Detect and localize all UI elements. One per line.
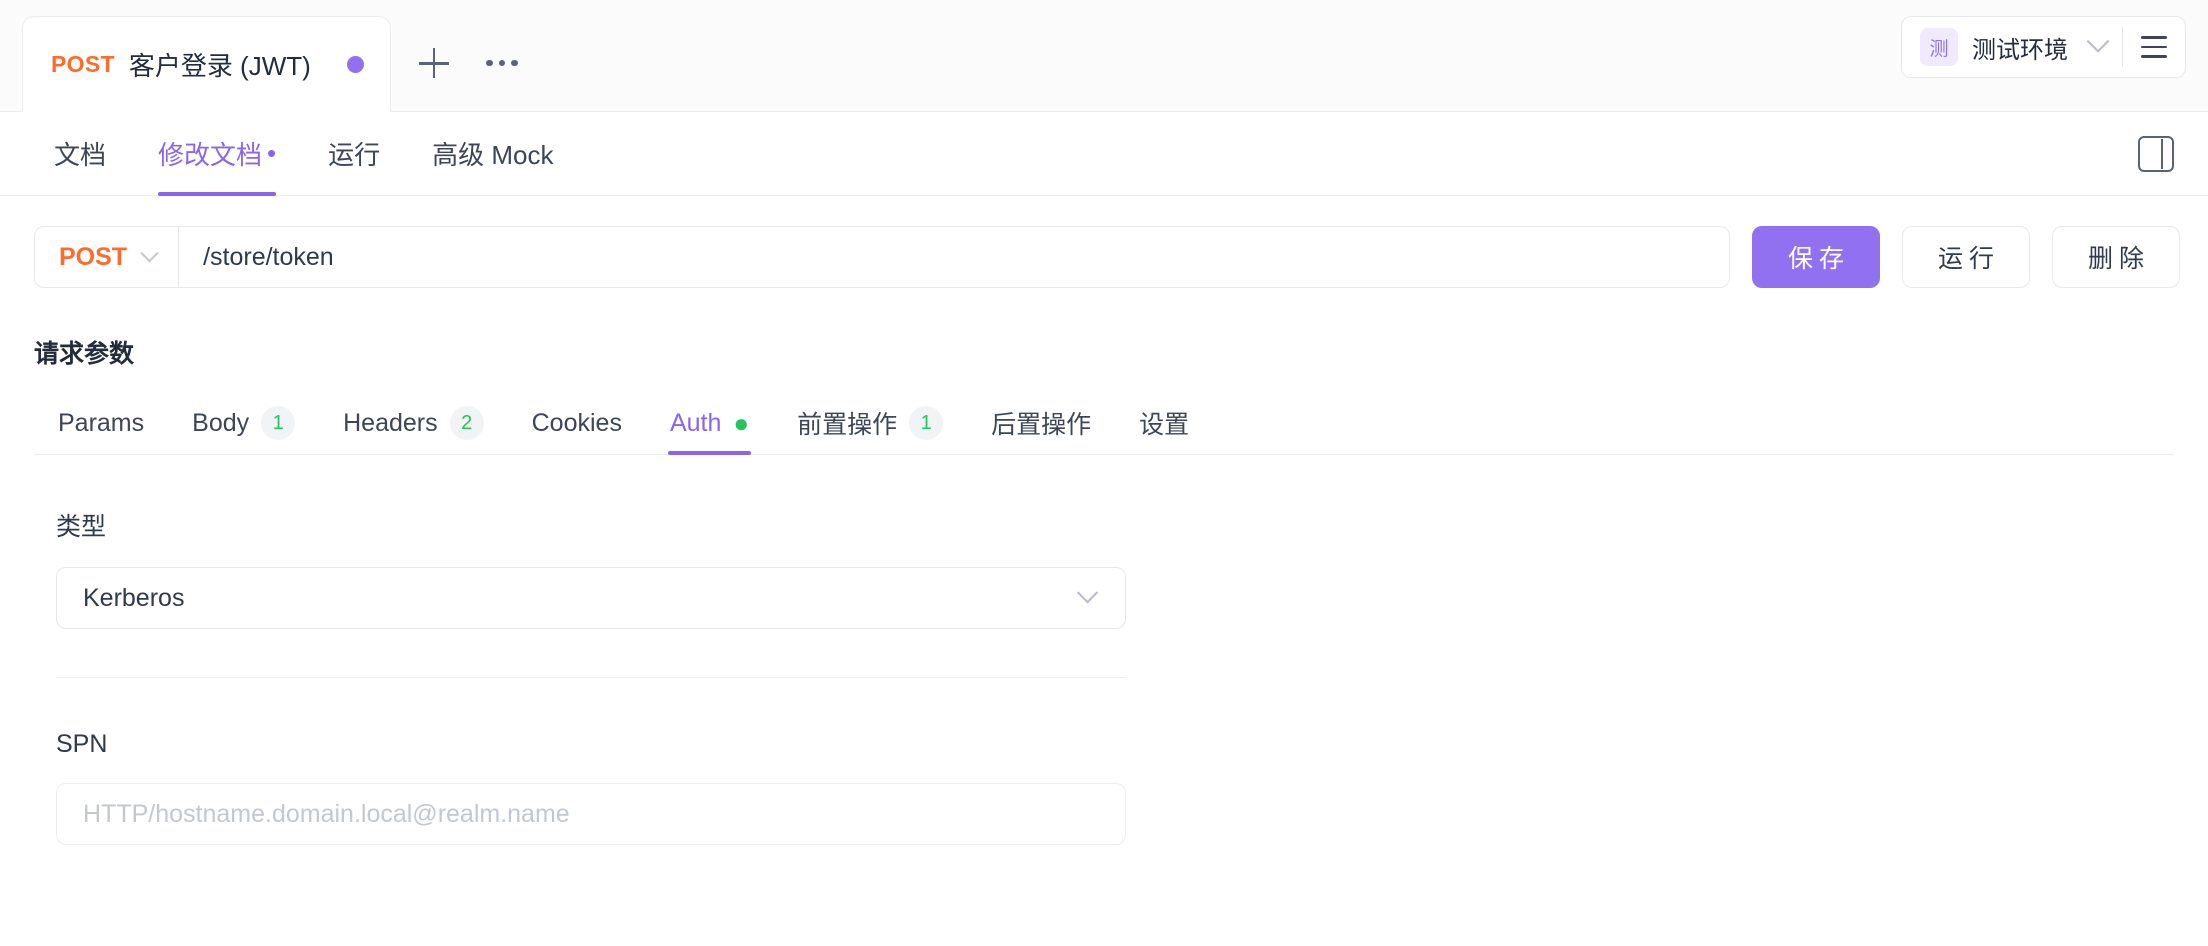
- tab-cookies[interactable]: Cookies: [508, 392, 646, 454]
- auth-type-value: Kerberos: [83, 584, 184, 613]
- subnav-label: 修改文档: [158, 135, 262, 172]
- spn-input[interactable]: [56, 783, 1126, 845]
- tab-label: Auth: [670, 409, 721, 438]
- tab-label: 设置: [1139, 405, 1189, 441]
- unsaved-changes-dot: [347, 56, 364, 73]
- tab-post-operation[interactable]: 后置操作: [967, 392, 1115, 454]
- http-method-label: POST: [59, 243, 127, 272]
- subnav-label: 高级 Mock: [432, 135, 553, 172]
- auth-type-label: 类型: [56, 507, 2208, 543]
- tab-title: 客户登录 (JWT): [129, 46, 311, 83]
- tab-params[interactable]: Params: [34, 392, 168, 454]
- url-path-input[interactable]: [179, 243, 1729, 272]
- request-params-tabs: Params Body 1 Headers 2 Cookies Auth ● 前…: [34, 392, 2174, 455]
- tab-count-badge: 1: [261, 406, 295, 440]
- document-tab[interactable]: POST 客户登录 (JWT): [22, 16, 391, 112]
- tab-status-dot: ●: [733, 410, 749, 436]
- hamburger-icon-line: [2141, 36, 2167, 39]
- spn-field-block: SPN: [56, 730, 2208, 845]
- hamburger-icon-line: [2141, 55, 2167, 58]
- chevron-down-icon: [1077, 582, 1098, 603]
- hamburger-icon-line: [2141, 46, 2167, 49]
- tab-count-badge: 2: [450, 406, 484, 440]
- tab-more-button[interactable]: [473, 34, 531, 92]
- tab-count-badge: 1: [909, 406, 943, 440]
- chevron-down-icon: [2087, 30, 2110, 53]
- main-menu-button[interactable]: [2123, 17, 2185, 77]
- tab-label: Cookies: [532, 409, 622, 438]
- spn-label: SPN: [56, 730, 2208, 759]
- subnav-label: 运行: [328, 135, 380, 172]
- run-button[interactable]: 运行: [1902, 226, 2030, 288]
- form-divider: [56, 677, 1126, 678]
- subnav-item-edit-docs[interactable]: 修改文档 •: [132, 112, 302, 196]
- request-params-title: 请求参数: [0, 288, 2208, 370]
- tab-label: 前置操作: [797, 405, 897, 441]
- tab-label: 后置操作: [991, 405, 1091, 441]
- tab-label: Body: [192, 409, 249, 438]
- panel-right-icon[interactable]: [2138, 136, 2174, 172]
- tab-actions: [391, 15, 531, 111]
- save-button[interactable]: 保存: [1752, 226, 1880, 288]
- new-tab-button[interactable]: [405, 34, 463, 92]
- tab-label: Headers: [343, 409, 438, 438]
- subnav-item-docs[interactable]: 文档: [28, 112, 132, 196]
- environment-name: 测试环境: [1972, 30, 2068, 65]
- tab-strip: POST 客户登录 (JWT): [0, 0, 531, 111]
- environment-badge: 测: [1920, 28, 1958, 66]
- environment-selector[interactable]: 测 测试环境: [1902, 17, 2122, 77]
- request-url-bar: POST 保存 运行 删除: [0, 196, 2208, 288]
- tab-bar: POST 客户登录 (JWT) 测 测试环境: [0, 0, 2208, 112]
- subnav-label: 文档: [54, 135, 106, 172]
- delete-button[interactable]: 删除: [2052, 226, 2180, 288]
- sub-navigation: 文档 修改文档 • 运行 高级 Mock: [0, 112, 2208, 196]
- tab-auth[interactable]: Auth ●: [646, 392, 773, 454]
- header-right-controls: 测 测试环境: [1901, 16, 2186, 78]
- http-method-select[interactable]: POST: [35, 227, 179, 287]
- tab-headers[interactable]: Headers 2: [319, 392, 508, 454]
- auth-form: 类型 Kerberos SPN: [0, 455, 2208, 845]
- tab-body[interactable]: Body 1: [168, 392, 319, 454]
- tab-label: Params: [58, 409, 144, 438]
- subnav-item-advanced-mock[interactable]: 高级 Mock: [406, 112, 579, 196]
- tab-settings[interactable]: 设置: [1115, 392, 1213, 454]
- tab-method-label: POST: [51, 51, 115, 78]
- ellipsis-icon: [486, 60, 518, 67]
- chevron-down-icon: [140, 244, 158, 262]
- subnav-item-run[interactable]: 运行: [302, 112, 406, 196]
- plus-icon: [419, 48, 449, 78]
- url-field: POST: [34, 226, 1730, 288]
- subnav-modified-dot: •: [267, 138, 276, 169]
- tab-pre-operation[interactable]: 前置操作 1: [773, 392, 967, 454]
- auth-type-select[interactable]: Kerberos: [56, 567, 1126, 629]
